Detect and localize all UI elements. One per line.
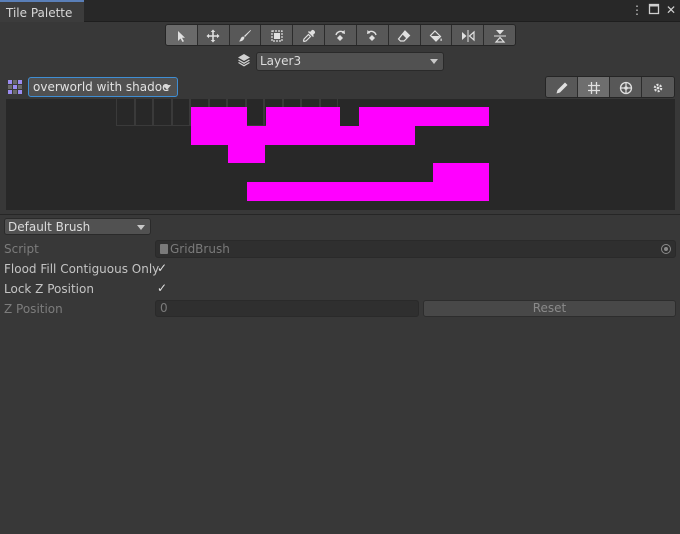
brush-dropdown[interactable]: Default Brush [4,218,151,235]
palette-settings-button[interactable] [642,77,674,97]
eraser-icon [397,30,411,42]
palette-tile[interactable] [191,107,247,126]
tile-tools-toolbar [165,24,516,46]
kebab-menu-icon[interactable]: ⋮ [630,3,644,17]
palette-tile[interactable] [247,182,489,201]
palette-grid-cell [153,99,172,126]
z-position-label: Z Position [4,302,63,316]
reset-button: Reset [423,300,676,317]
lock-z-label: Lock Z Position [4,282,94,296]
z-position-input: 0 [155,300,419,317]
flip-x-tool[interactable] [452,25,485,45]
brush-dropdown-value: Default Brush [8,220,91,234]
palette-tile[interactable] [359,107,489,126]
palette-grid-cell [116,99,135,126]
layers-icon [237,53,251,67]
fill-tool[interactable] [420,25,453,45]
palette-grid-cell [171,99,190,126]
settings-icon [653,83,663,93]
erase-tool[interactable] [388,25,421,45]
grid-icon [587,82,600,94]
paintbrush-icon [239,30,252,42]
box-fill-tool[interactable] [261,25,294,45]
flip-horizontal-icon [461,30,475,42]
lock-z-checkbox[interactable]: ✓ [155,281,169,295]
edit-palette-button[interactable] [546,77,578,97]
move-tool[interactable] [197,25,230,45]
eyedropper-icon [302,29,315,43]
active-tilemap-dropdown[interactable]: Layer3 [256,52,444,71]
close-icon[interactable]: ✕ [664,3,678,17]
palette-tools-group [545,76,675,98]
palette-tile[interactable] [433,163,489,182]
select-tool[interactable] [166,25,198,45]
section-divider [0,214,680,215]
cursor-arrow-icon [178,31,186,42]
flip-vertical-icon [493,30,506,43]
toggle-grid-button[interactable] [578,77,610,97]
script-file-icon [160,244,168,254]
chevron-down-icon [137,225,145,230]
gizmo-icon [619,81,632,95]
palette-tile[interactable] [191,126,415,145]
palette-icon [7,79,23,95]
palette-grid-cell [134,99,153,126]
picker-tool[interactable] [293,25,326,45]
rotate-clockwise-tool[interactable] [325,25,357,45]
script-label: Script [4,242,39,256]
pencil-icon [556,82,567,94]
object-picker-icon[interactable] [661,244,671,254]
chevron-down-icon [163,85,171,90]
palette-tile[interactable] [266,107,340,126]
palette-dropdown-value: overworld with shadoe [33,80,170,94]
gizmos-button[interactable] [610,77,642,97]
paint-bucket-icon [429,30,442,42]
rotate-counterclockwise-icon [367,30,377,41]
palette-grid-cell [245,99,264,126]
window-tab-bar [0,0,680,22]
tile-palette-canvas[interactable] [6,99,675,210]
flood-fill-label: Flood Fill Contiguous Only [4,262,160,276]
active-tilemap-value: Layer3 [260,54,302,68]
tile-palette-tab[interactable]: Tile Palette [0,0,84,22]
flood-fill-checkbox[interactable]: ✓ [155,261,169,275]
script-value: GridBrush [170,242,230,256]
palette-dropdown[interactable]: overworld with shadoe [28,77,178,97]
script-object-field: GridBrush [155,240,676,258]
box-fill-icon [271,30,283,42]
move-arrows-icon [206,29,220,43]
rotate-clockwise-icon [335,30,346,41]
maximize-icon[interactable] [647,3,661,17]
chevron-down-icon [430,59,438,64]
rotate-counterclockwise-tool[interactable] [356,25,389,45]
paint-tool[interactable] [229,25,262,45]
flip-y-tool[interactable] [484,25,515,45]
palette-tile[interactable] [228,145,265,163]
